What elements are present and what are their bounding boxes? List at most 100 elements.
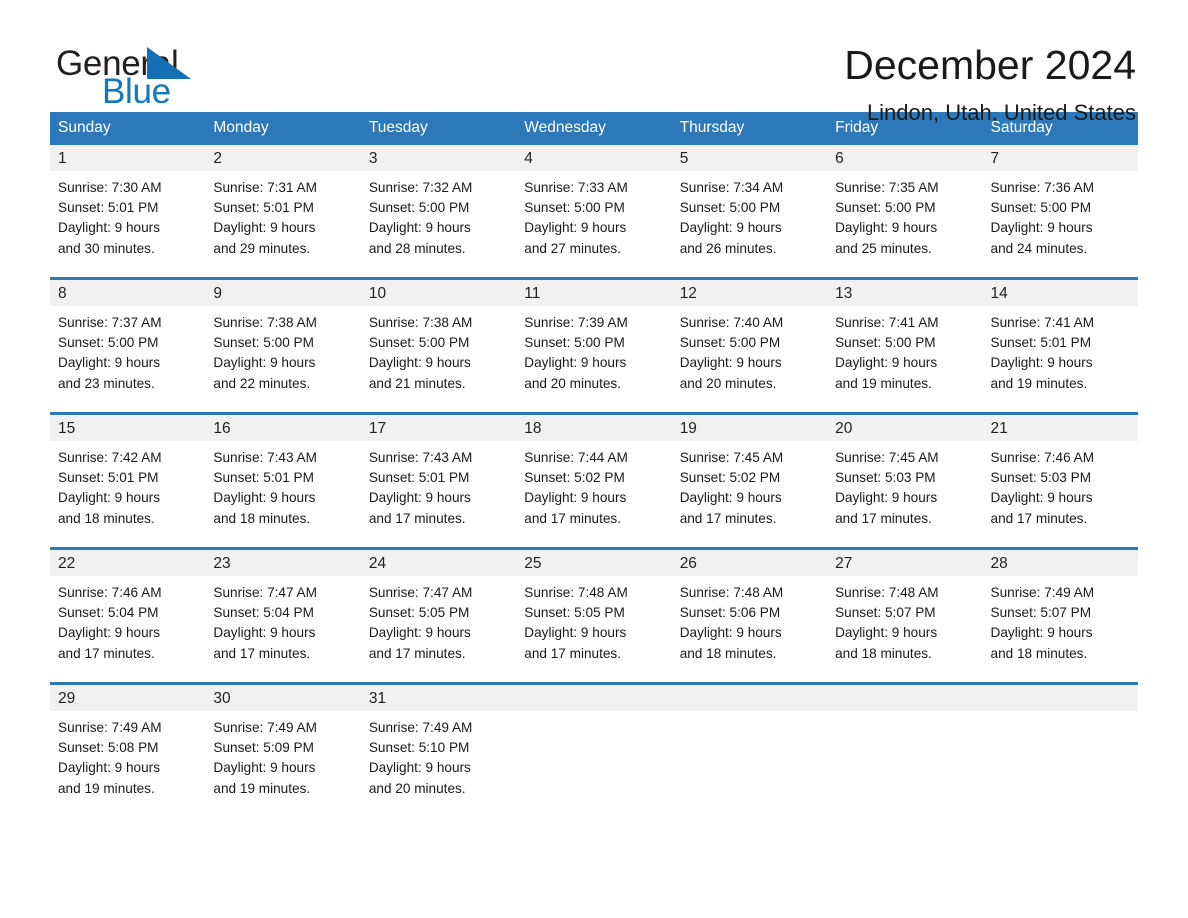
calendar-day-cell[interactable]: 18 Sunrise: 7:44 AM Sunset: 5:02 PM Dayligh… (516, 412, 672, 549)
daylight-text-line1: Daylight: 9 hours (58, 490, 161, 506)
calendar-day-cell[interactable]: 3 Sunrise: 7:32 AM Sunset: 5:00 PM Daylight… (360, 145, 517, 279)
day-details: Sunrise: 7:41 AM Sunset: 5:01 PM Daylight:… (983, 306, 1138, 394)
calendar-day-cell[interactable]: 11 Sunrise: 7:39 AM Sunset: 5:00 PM Dayligh… (516, 277, 672, 414)
daylight-text-line1: Daylight: 9 hours (368, 355, 471, 371)
general-blue-logo[interactable]: General Blue (50, 44, 260, 114)
sunrise-text: Sunrise: 7:46 AM (58, 585, 162, 600)
calendar-day-cell-empty (671, 682, 828, 817)
daylight-text-line1: Daylight: 9 hours (58, 220, 161, 236)
calendar-day-cell[interactable]: 21 Sunrise: 7:46 AM Sunset: 5:03 PM Dayligh… (982, 412, 1138, 549)
daylight-text-line1: Daylight: 9 hours (679, 355, 782, 371)
sunset-text: Sunset: 5:00 PM (368, 200, 470, 216)
calendar-day-cell[interactable]: 27 Sunrise: 7:48 AM Sunset: 5:07 PM Dayligh… (827, 547, 983, 684)
calendar-day-cell[interactable]: 12 Sunrise: 7:40 AM Sunset: 5:00 PM Dayligh… (671, 277, 828, 414)
calendar-week-row: 15 Sunrise: 7:42 AM Sunset: 5:01 PM Dayligh… (50, 412, 1138, 549)
sunrise-text: Sunrise: 7:47 AM (213, 585, 317, 600)
daylight-text-line2: and 27 minutes. (524, 240, 621, 256)
day-details: Sunrise: 7:38 AM Sunset: 5:00 PM Daylight:… (205, 306, 360, 394)
calendar-week-row: 1 Sunrise: 7:30 AM Sunset: 5:01 PM Daylight… (50, 145, 1138, 279)
day-number: 7 (982, 145, 1138, 171)
calendar-day-cell[interactable]: 26 Sunrise: 7:48 AM Sunset: 5:06 PM Dayligh… (671, 547, 828, 684)
daylight-text-line1: Daylight: 9 hours (524, 490, 627, 506)
calendar-day-cell[interactable]: 23 Sunrise: 7:47 AM Sunset: 5:04 PM Dayligh… (205, 547, 361, 684)
calendar-day-cell[interactable]: 28 Sunrise: 7:49 AM Sunset: 5:07 PM Dayligh… (982, 547, 1138, 684)
sunrise-text: Sunrise: 7:48 AM (835, 585, 939, 600)
sunrise-text: Sunrise: 7:33 AM (524, 180, 628, 195)
daylight-text-line2: and 19 minutes. (990, 375, 1088, 391)
day-details: Sunrise: 7:41 AM Sunset: 5:00 PM Daylight:… (827, 306, 982, 394)
daylight-text-line1: Daylight: 9 hours (368, 760, 471, 776)
weekday-header-thursday: Thursday (671, 112, 828, 145)
sunset-text: Sunset: 5:00 PM (58, 335, 159, 351)
day-number: 11 (516, 280, 672, 306)
calendar-day-cell[interactable]: 25 Sunrise: 7:48 AM Sunset: 5:05 PM Dayligh… (516, 547, 672, 684)
day-number: 29 (50, 685, 206, 711)
day-details: Sunrise: 7:46 AM Sunset: 5:03 PM Daylight:… (983, 441, 1138, 529)
day-number: 12 (671, 280, 828, 306)
day-number: 16 (205, 415, 361, 441)
daylight-text-line2: and 19 minutes. (835, 375, 932, 391)
calendar-day-cell[interactable]: 13 Sunrise: 7:41 AM Sunset: 5:00 PM Dayligh… (827, 277, 983, 414)
calendar-page: General Blue December 2024 Lindon, Utah,… (0, 0, 1188, 918)
daylight-text-line1: Daylight: 9 hours (990, 490, 1093, 506)
calendar-day-cell[interactable]: 15 Sunrise: 7:42 AM Sunset: 5:01 PM Dayligh… (50, 412, 206, 549)
daylight-text-line2: and 24 minutes. (990, 240, 1088, 256)
sunrise-text: Sunrise: 7:46 AM (990, 450, 1095, 465)
sunset-text: Sunset: 5:00 PM (835, 200, 936, 216)
calendar-day-cell[interactable]: 6 Sunrise: 7:35 AM Sunset: 5:00 PM Daylight… (827, 145, 983, 279)
calendar-day-cell[interactable]: 29 Sunrise: 7:49 AM Sunset: 5:08 PM Dayligh… (50, 682, 206, 817)
day-details: Sunrise: 7:49 AM Sunset: 5:07 PM Daylight:… (983, 576, 1138, 664)
sunrise-text: Sunrise: 7:37 AM (58, 315, 162, 330)
sunset-text: Sunset: 5:00 PM (368, 335, 470, 351)
sunset-text: Sunset: 5:01 PM (213, 470, 314, 486)
sunset-text: Sunset: 5:07 PM (990, 605, 1092, 621)
calendar-day-cell[interactable]: 14 Sunrise: 7:41 AM Sunset: 5:01 PM Dayligh… (982, 277, 1138, 414)
day-details: Sunrise: 7:31 AM Sunset: 5:01 PM Daylight:… (205, 171, 360, 259)
calendar-day-cell[interactable]: 4 Sunrise: 7:33 AM Sunset: 5:00 PM Daylight… (516, 145, 672, 279)
day-details: Sunrise: 7:42 AM Sunset: 5:01 PM Daylight:… (50, 441, 205, 529)
day-number: 30 (205, 685, 361, 711)
daylight-text-line1: Daylight: 9 hours (835, 355, 938, 371)
day-details: Sunrise: 7:44 AM Sunset: 5:02 PM Daylight:… (516, 441, 671, 529)
calendar-day-cell[interactable]: 16 Sunrise: 7:43 AM Sunset: 5:01 PM Dayligh… (205, 412, 361, 549)
daylight-text-line2: and 21 minutes. (368, 375, 466, 391)
daylight-text-line2: and 20 minutes. (524, 375, 621, 391)
calendar-day-cell[interactable]: 30 Sunrise: 7:49 AM Sunset: 5:09 PM Dayligh… (205, 682, 361, 817)
calendar-day-cell-empty (827, 682, 983, 817)
sunset-text: Sunset: 5:07 PM (835, 605, 936, 621)
daylight-text-line1: Daylight: 9 hours (524, 355, 627, 371)
sunrise-text: Sunrise: 7:31 AM (213, 180, 317, 195)
calendar-day-cell[interactable]: 5 Sunrise: 7:34 AM Sunset: 5:00 PM Daylight… (671, 145, 828, 279)
sunset-text: Sunset: 5:06 PM (679, 605, 781, 621)
daylight-text-line2: and 20 minutes. (368, 780, 466, 796)
calendar-day-cell[interactable]: 7 Sunrise: 7:36 AM Sunset: 5:00 PM Daylight… (982, 145, 1138, 279)
day-details: Sunrise: 7:36 AM Sunset: 5:00 PM Daylight:… (983, 171, 1138, 259)
page-title: December 2024 (844, 42, 1136, 88)
calendar-day-cell[interactable]: 17 Sunrise: 7:43 AM Sunset: 5:01 PM Dayligh… (360, 412, 517, 549)
sunrise-text: Sunrise: 7:38 AM (368, 315, 473, 330)
calendar-day-cell[interactable]: 24 Sunrise: 7:47 AM Sunset: 5:05 PM Dayligh… (360, 547, 517, 684)
calendar-day-cell[interactable]: 1 Sunrise: 7:30 AM Sunset: 5:01 PM Daylight… (50, 145, 206, 279)
calendar-day-cell[interactable]: 19 Sunrise: 7:45 AM Sunset: 5:02 PM Dayligh… (671, 412, 828, 549)
calendar-week-row: 29 Sunrise: 7:49 AM Sunset: 5:08 PM Dayligh… (50, 682, 1138, 817)
sunset-text: Sunset: 5:01 PM (58, 200, 159, 216)
calendar-day-cell[interactable]: 9 Sunrise: 7:38 AM Sunset: 5:00 PM Daylight… (205, 277, 361, 414)
calendar-day-cell[interactable]: 20 Sunrise: 7:45 AM Sunset: 5:03 PM Dayligh… (827, 412, 983, 549)
day-number: 8 (50, 280, 206, 306)
daylight-text-line1: Daylight: 9 hours (835, 625, 938, 641)
daylight-text-line2: and 18 minutes. (58, 510, 155, 526)
day-number: 6 (827, 145, 983, 171)
calendar-day-cell[interactable]: 8 Sunrise: 7:37 AM Sunset: 5:00 PM Daylight… (50, 277, 206, 414)
calendar-day-cell[interactable]: 10 Sunrise: 7:38 AM Sunset: 5:00 PM Dayligh… (360, 277, 517, 414)
daylight-text-line1: Daylight: 9 hours (58, 355, 161, 371)
daylight-text-line1: Daylight: 9 hours (990, 355, 1093, 371)
day-details: Sunrise: 7:40 AM Sunset: 5:00 PM Daylight:… (672, 306, 827, 394)
calendar-day-cell[interactable]: 2 Sunrise: 7:31 AM Sunset: 5:01 PM Daylight… (205, 145, 361, 279)
calendar-day-cell-empty (516, 682, 672, 817)
calendar-day-cell[interactable]: 31 Sunrise: 7:49 AM Sunset: 5:10 PM Dayligh… (360, 682, 517, 817)
daylight-text-line1: Daylight: 9 hours (835, 220, 938, 236)
daylight-text-line1: Daylight: 9 hours (835, 490, 938, 506)
daylight-text-line2: and 26 minutes. (679, 240, 777, 256)
calendar-day-cell[interactable]: 22 Sunrise: 7:46 AM Sunset: 5:04 PM Dayligh… (50, 547, 206, 684)
sunset-text: Sunset: 5:00 PM (679, 335, 781, 351)
